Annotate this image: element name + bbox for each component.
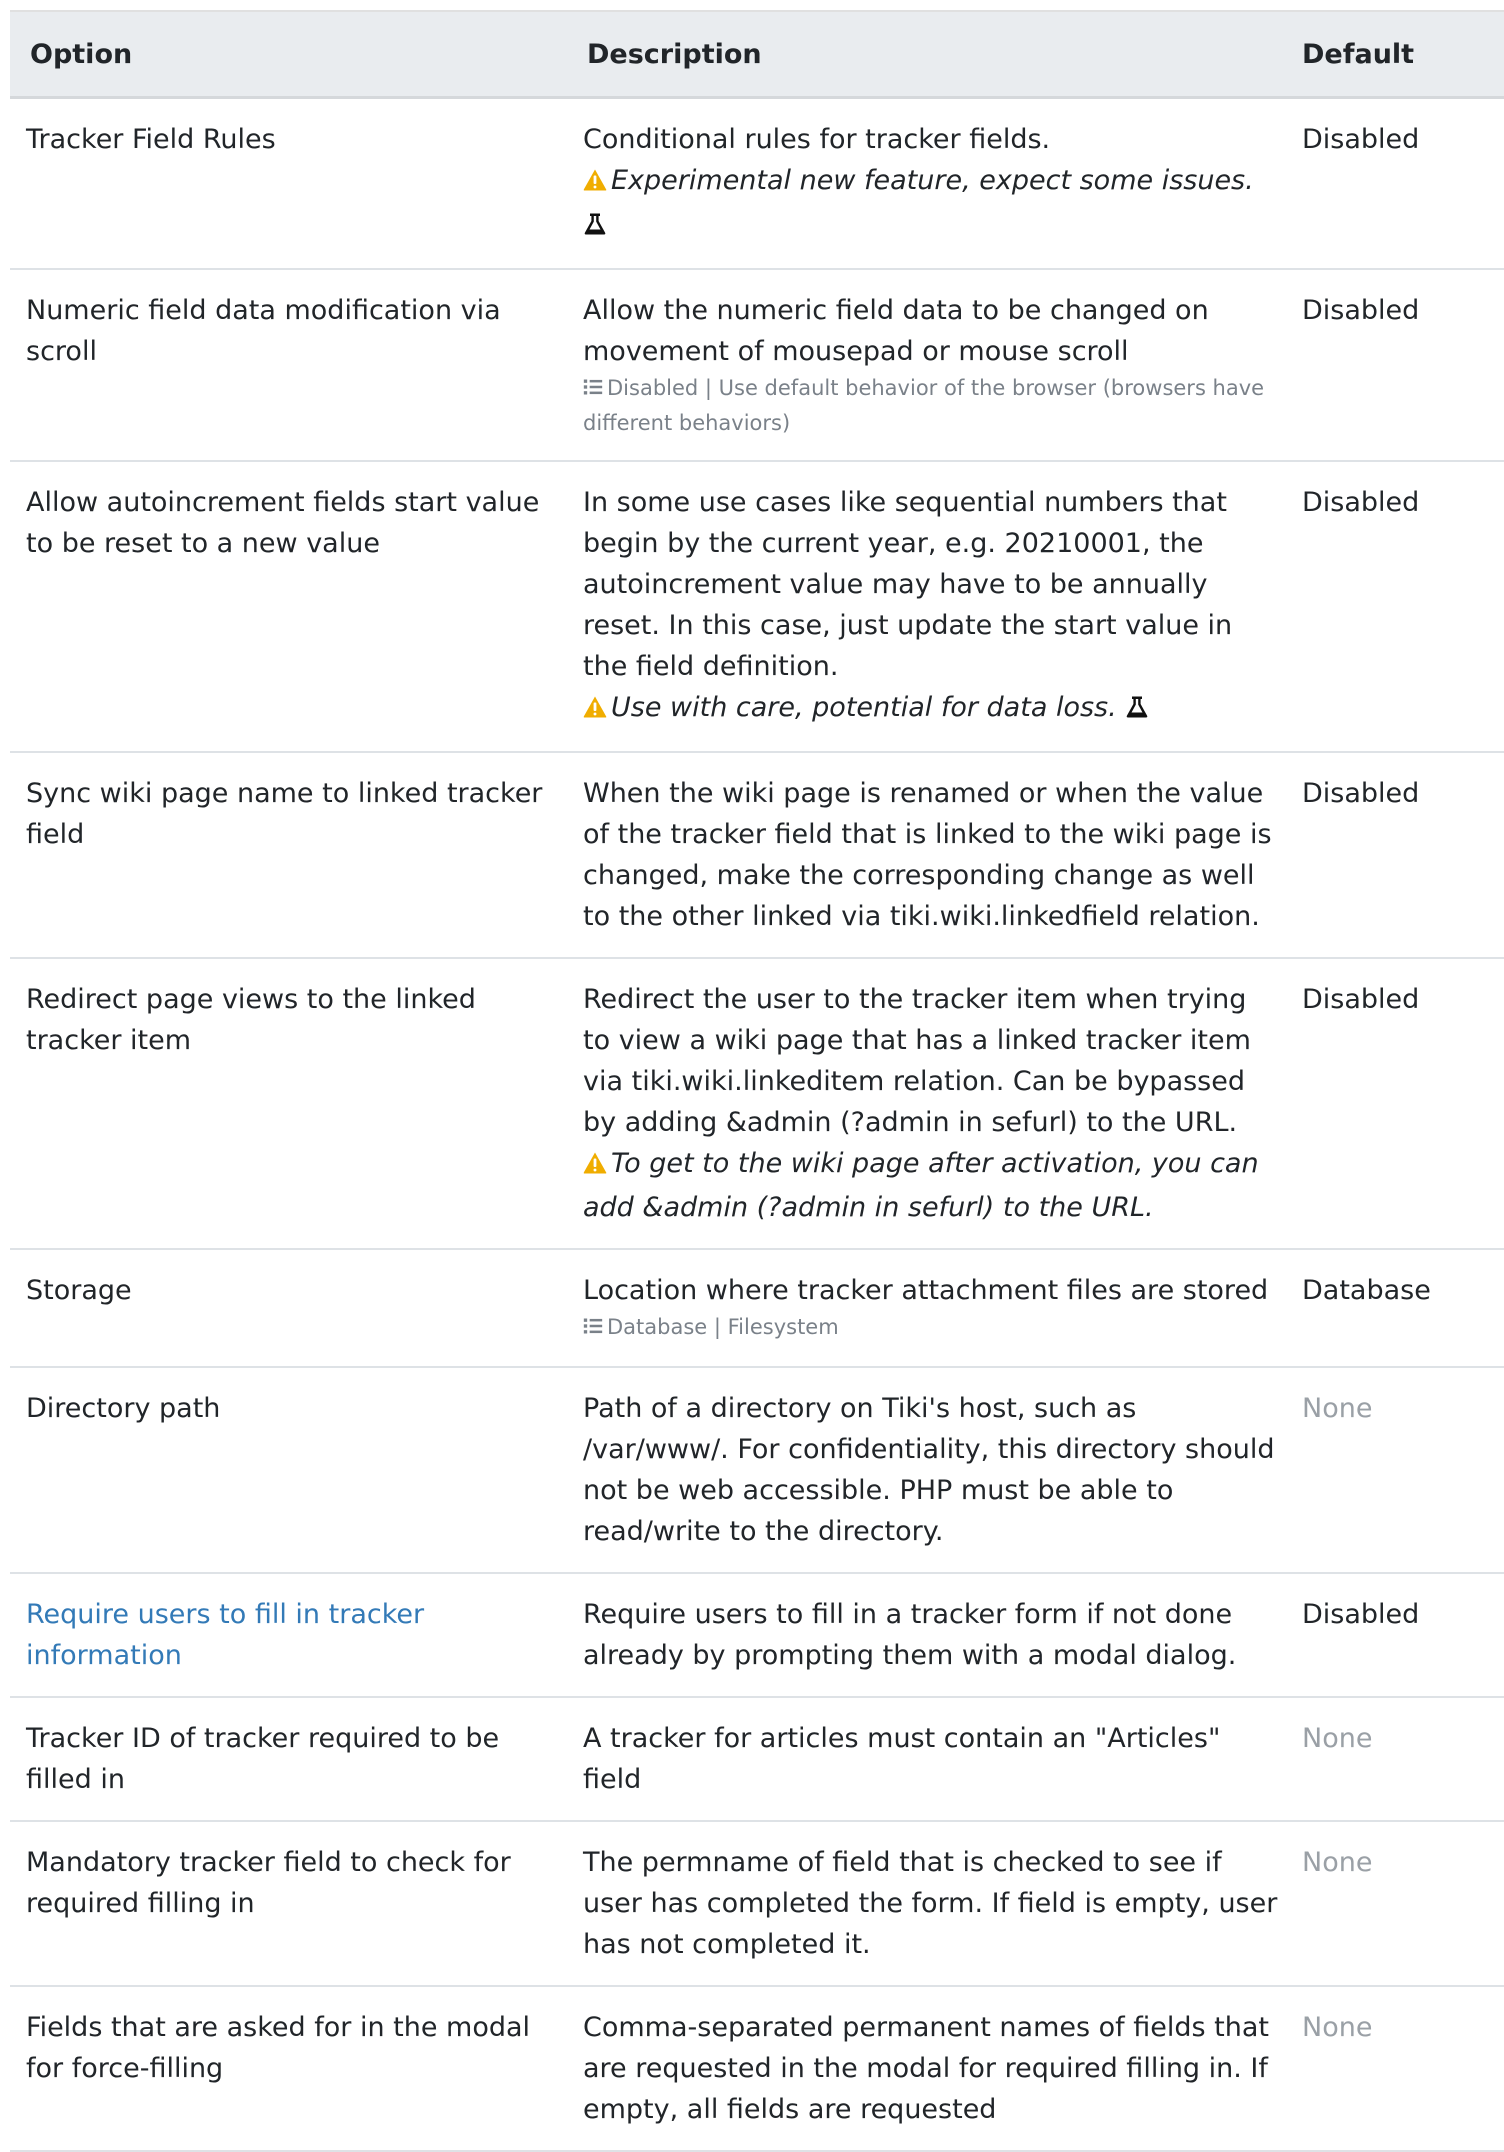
default-cell: None (1302, 1986, 1504, 2152)
description-cell: Redirect the user to the tracker item wh… (567, 958, 1302, 1250)
option-values-text: Database | Filesystem (607, 1315, 839, 1339)
default-cell: None (1302, 1367, 1504, 1574)
description-text: Conditional rules for tracker fields. (583, 124, 1051, 155)
default-cell: Disabled (1302, 269, 1504, 462)
preferences-table-container: Option Description Default Tracker Field… (10, 10, 1504, 2152)
description-text: Allow the numeric field data to be chang… (583, 295, 1209, 367)
option-cell: Directory path (10, 1367, 567, 1574)
table-row: Allow autoincrement fields start value t… (10, 461, 1504, 753)
header-default: Default (1302, 10, 1504, 99)
default-cell: Disabled (1302, 1573, 1504, 1698)
table-row: Numeric field data modification via scro… (10, 269, 1504, 462)
table-row: Directory path Path of a directory on Ti… (10, 1367, 1504, 1574)
option-link[interactable]: Require users to fill in tracker informa… (26, 1599, 424, 1671)
preferences-table: Option Description Default Tracker Field… (10, 10, 1504, 2152)
description-cell: Allow the numeric field data to be chang… (567, 269, 1302, 462)
default-cell: Database (1302, 1249, 1504, 1368)
description-text: Redirect the user to the tracker item wh… (583, 984, 1251, 1138)
header-option: Option (10, 10, 567, 99)
table-row: Sync wiki page name to linked tracker fi… (10, 752, 1504, 959)
description-cell: In some use cases like sequential number… (567, 461, 1302, 753)
table-row: Fields that are asked for in the modal f… (10, 1986, 1504, 2152)
table-row: Tracker Field Rules Conditional rules fo… (10, 97, 1504, 270)
default-cell: None (1302, 1697, 1504, 1822)
default-cell: Disabled (1302, 461, 1504, 753)
option-values-text: Disabled | Use default behavior of the b… (583, 376, 1265, 435)
warning-icon (583, 690, 607, 731)
option-cell: Numeric field data modification via scro… (10, 269, 567, 462)
option-cell: Tracker Field Rules (10, 97, 567, 270)
option-cell: Mandatory tracker field to check for req… (10, 1821, 567, 1987)
table-row: Mandatory tracker field to check for req… (10, 1821, 1504, 1987)
description-cell: Location where tracker attachment files … (567, 1249, 1302, 1368)
option-values: Database | Filesystem (583, 1311, 1282, 1346)
option-cell: Allow autoincrement fields start value t… (10, 461, 567, 753)
default-cell: None (1302, 1821, 1504, 1987)
option-cell: Redirect page views to the linked tracke… (10, 958, 567, 1250)
option-cell: Tracker ID of tracker required to be fil… (10, 1697, 567, 1822)
option-cell: Storage (10, 1249, 567, 1368)
description-cell: Path of a directory on Tiki's host, such… (567, 1367, 1302, 1574)
option-cell: Fields that are asked for in the modal f… (10, 1986, 567, 2152)
table-row: Redirect page views to the linked tracke… (10, 958, 1504, 1250)
description-cell: The permname of field that is checked to… (567, 1821, 1302, 1987)
warning-note: Experimental new feature, expect some is… (611, 165, 1254, 196)
description-cell: Comma-separated permanent names of field… (567, 1986, 1302, 2152)
experimental-flask-icon (1125, 690, 1149, 731)
table-header-row: Option Description Default (10, 10, 1504, 99)
description-cell: Require users to fill in a tracker form … (567, 1573, 1302, 1698)
description-cell: Conditional rules for tracker fields. Ex… (567, 97, 1302, 270)
warning-icon (583, 163, 607, 204)
warning-note: To get to the wiki page after activation… (583, 1148, 1259, 1223)
warning-note: Use with care, potential for data loss. (611, 692, 1117, 723)
description-text: In some use cases like sequential number… (583, 487, 1233, 682)
list-icon (583, 1313, 603, 1346)
option-cell: Sync wiki page name to linked tracker fi… (10, 752, 567, 959)
option-values: Disabled | Use default behavior of the b… (583, 372, 1282, 440)
list-icon (583, 374, 603, 407)
default-cell: Disabled (1302, 752, 1504, 959)
warning-icon (583, 1146, 607, 1187)
default-cell: Disabled (1302, 958, 1504, 1250)
experimental-flask-icon (583, 207, 607, 248)
description-cell: When the wiki page is renamed or when th… (567, 752, 1302, 959)
description-text: Location where tracker attachment files … (583, 1275, 1269, 1306)
table-row: Tracker ID of tracker required to be fil… (10, 1697, 1504, 1822)
table-row: Require users to fill in tracker informa… (10, 1573, 1504, 1698)
default-cell: Disabled (1302, 97, 1504, 270)
table-row: Storage Location where tracker attachmen… (10, 1249, 1504, 1368)
description-cell: A tracker for articles must contain an "… (567, 1697, 1302, 1822)
header-description: Description (567, 10, 1302, 99)
option-cell: Require users to fill in tracker informa… (10, 1573, 567, 1698)
